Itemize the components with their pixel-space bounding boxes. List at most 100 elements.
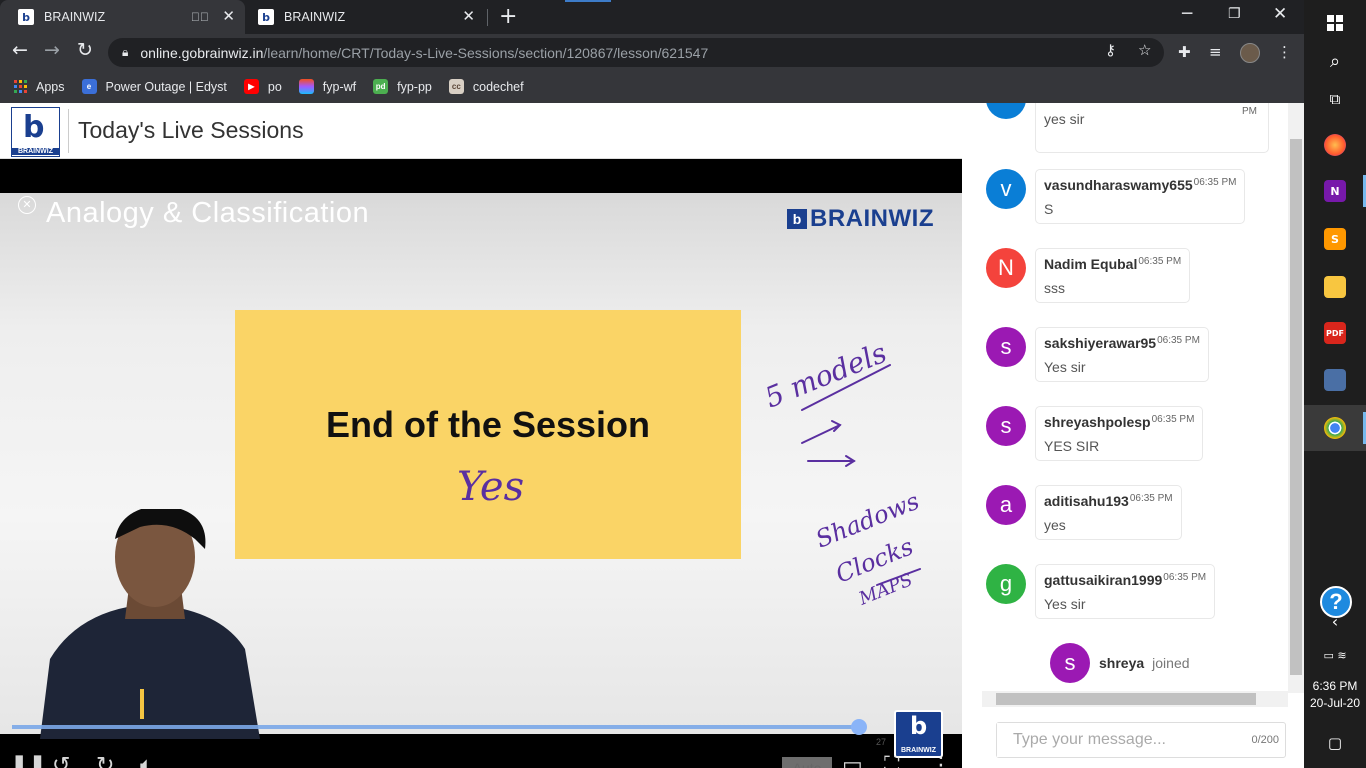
quality-selector[interactable]: Auto <box>782 757 832 768</box>
header-divider <box>68 109 69 153</box>
chrome-icon[interactable] <box>1304 405 1366 451</box>
seek-bar[interactable] <box>12 725 859 729</box>
close-window-button[interactable]: ✕ <box>1273 4 1287 24</box>
chat-message: g gattusaikiran199906:35 PM Yes sir <box>986 564 1216 619</box>
speaker-icon[interactable]: ◀ﾞ <box>191 10 209 24</box>
cast-icon[interactable]: ▭ <box>842 753 863 768</box>
bookmark-star-icon[interactable]: ☆ <box>1138 41 1151 59</box>
bookmark-label: fyp-wf <box>322 79 357 94</box>
key-icon[interactable]: ⚷ <box>1105 41 1116 59</box>
media-control-icon[interactable]: ≡ <box>1209 43 1222 61</box>
seek-handle[interactable] <box>851 719 867 735</box>
scroll-thumb[interactable] <box>996 693 1256 705</box>
maximize-button[interactable]: ❐ <box>1228 6 1241 22</box>
message-time: 06:35 PM <box>1193 177 1237 188</box>
chat-panel: PM yes sir v vasundharaswamy65506:35 PM … <box>962 103 1304 768</box>
joined-label: joined <box>1152 655 1190 671</box>
message-username: vasundharaswamy655 <box>1044 177 1193 193</box>
reload-button[interactable]: ↻ <box>77 39 93 61</box>
url-path: /learn/home/CRT/Today-s-Live-Sessions/se… <box>263 44 709 61</box>
slide-card: End of the Session Yes <box>235 310 741 559</box>
codechef-icon: cc <box>448 79 464 94</box>
battery-wifi-icon[interactable]: ▭ ≋ <box>1304 640 1366 670</box>
address-bar[interactable]: 🔒︎ online.gobrainwiz.in/learn/home/CRT/T… <box>108 38 1164 67</box>
bookmark-fyp-pp[interactable]: pd fyp-pp <box>373 79 432 94</box>
avatar: s <box>986 406 1026 446</box>
message-bubble: vasundharaswamy65506:35 PM S <box>1035 169 1246 224</box>
bookmark-edyst[interactable]: e Power Outage | Edyst <box>81 79 227 94</box>
close-tab-icon[interactable]: ✕ <box>222 7 235 25</box>
minimize-button[interactable]: ─ <box>1182 4 1192 24</box>
volume-icon[interactable]: 🔈︎ <box>140 753 153 768</box>
pdf-icon: pd <box>373 79 389 94</box>
handwritten-notes: 5 models Shadows Clocks MAPS <box>760 336 923 610</box>
chat-input-box: 0/200 <box>996 722 1286 758</box>
clock-date: 20-Jul-20 <box>1309 696 1361 710</box>
task-view-icon[interactable]: ⧉ <box>1304 76 1366 122</box>
menu-icon[interactable]: ⋮ <box>1277 43 1292 61</box>
brainwiz-favicon: b <box>258 9 274 25</box>
message-time: PM <box>1242 106 1257 117</box>
presenter-figure <box>40 509 260 739</box>
bookmark-codechef[interactable]: cc codechef <box>448 79 524 94</box>
tab-brainwiz-active[interactable]: b BRAINWIZ ◀ﾞ ✕ <box>0 0 245 34</box>
bookmark-fyp-wf[interactable]: fyp-wf <box>298 79 357 94</box>
message-bubble: shreyashpolesp06:35 PM YES SIR <box>1035 406 1204 461</box>
back-button[interactable]: ← <box>12 39 28 61</box>
fullscreen-icon[interactable]: ⛶ <box>884 753 899 768</box>
message-text: yes <box>1044 517 1066 533</box>
chat-messages: PM yes sir v vasundharaswamy65506:35 PM … <box>962 103 1304 693</box>
bookmark-label: po <box>267 79 282 94</box>
chat-message: v vasundharaswamy65506:35 PM S <box>986 169 1246 224</box>
close-tab-icon[interactable]: ✕ <box>462 7 475 25</box>
firefox-icon[interactable] <box>1304 122 1366 168</box>
message-username: aditisahu193 <box>1044 493 1129 509</box>
message-text: yes sir <box>1044 111 1085 127</box>
avatar: s <box>1050 643 1090 683</box>
avatar: a <box>986 485 1026 525</box>
new-tab-button[interactable]: + <box>499 4 517 29</box>
sublime-icon[interactable]: S <box>1304 216 1366 262</box>
message-bubble: sakshiyerawar9506:35 PM Yes sir <box>1035 327 1209 382</box>
message-bubble: gattusaikiran199906:35 PM Yes sir <box>1035 564 1216 619</box>
svg-text:Yes: Yes <box>457 464 524 510</box>
profile-avatar[interactable] <box>1240 43 1260 63</box>
close-icon[interactable]: ✕ <box>18 196 36 214</box>
pause-button[interactable]: ❚❚ <box>10 753 47 768</box>
bookmark-label: fyp-pp <box>397 79 432 94</box>
apps-grid-icon <box>14 80 27 93</box>
bookmarks-bar: Apps e Power Outage | Edyst ▶ po fyp-wf … <box>0 70 1304 103</box>
message-time: 06:35 PM <box>1157 335 1200 346</box>
pdf-reader-icon[interactable]: PDF <box>1304 310 1366 356</box>
bookmark-apps[interactable]: Apps <box>14 80 65 94</box>
time-marker: 27 <box>876 737 887 747</box>
tab-brainwiz[interactable]: b BRAINWIZ ✕ <box>240 0 485 34</box>
onenote-icon[interactable]: N <box>1304 168 1366 214</box>
message-text: S <box>1044 201 1054 217</box>
chat-horizontal-scrollbar[interactable] <box>982 691 1288 707</box>
video-frame: ✕ Analogy & Classification b BRAINWIZ En… <box>0 193 962 768</box>
message-text: sss <box>1044 280 1065 296</box>
help-icon[interactable]: ? <box>1320 586 1352 618</box>
calculator-icon[interactable] <box>1304 357 1366 403</box>
message-username: sakshiyerawar95 <box>1044 335 1157 351</box>
chat-message-input[interactable] <box>997 723 1227 757</box>
user-joined-notice: s shreya joined <box>1050 643 1190 683</box>
scroll-thumb[interactable] <box>1290 139 1302 675</box>
char-counter: 0/200 <box>1251 734 1279 746</box>
rewind-10-button[interactable]: ↺ <box>52 753 70 768</box>
message-username: gattusaikiran1999 <box>1044 572 1163 588</box>
notifications-icon[interactable]: ▢ <box>1304 720 1366 766</box>
tab-title: BRAINWIZ <box>284 10 346 24</box>
brainwiz-logo[interactable]: b BRAINWIZ <box>11 107 60 157</box>
video-player[interactable]: ✕ Analogy & Classification b BRAINWIZ En… <box>0 159 962 768</box>
avatar: s <box>986 327 1026 367</box>
more-options-icon[interactable]: ⋮ <box>930 753 952 768</box>
forward-10-button[interactable]: ↻ <box>96 753 114 768</box>
chat-vertical-scrollbar[interactable] <box>1288 103 1304 693</box>
bookmark-po[interactable]: ▶ po <box>243 79 282 94</box>
file-explorer-icon[interactable] <box>1304 264 1366 310</box>
forward-button[interactable]: → <box>44 39 60 61</box>
system-clock[interactable]: 6:36 PM 20-Jul-20 <box>1304 678 1366 712</box>
extensions-icon[interactable]: ✚ <box>1178 43 1191 61</box>
